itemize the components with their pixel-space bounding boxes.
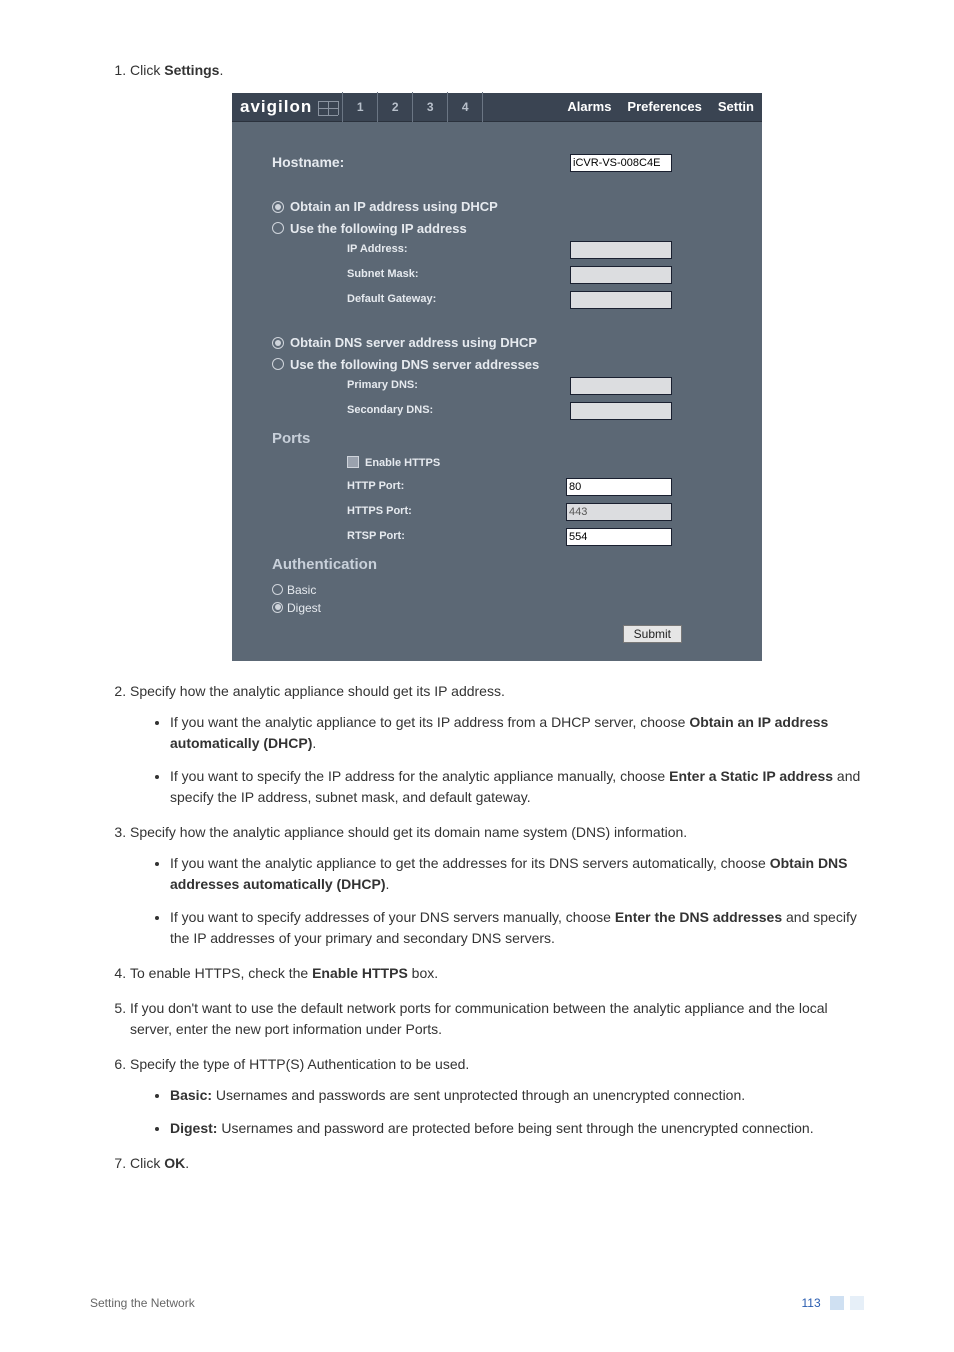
- dns-dhcp-option[interactable]: Obtain DNS server address using DHCP: [272, 333, 742, 353]
- secondary-dns-input[interactable]: [570, 402, 672, 420]
- nav-alarms[interactable]: Alarms: [559, 91, 619, 123]
- rtsp-port-label: RTSP Port:: [347, 528, 527, 545]
- radio-icon: [272, 358, 284, 370]
- https-port-input[interactable]: [566, 503, 672, 521]
- checkbox-icon: [347, 456, 359, 468]
- app-header: avigilon 1 2 3 4 Alarms Preferences Sett…: [232, 93, 762, 122]
- step-6-bullet-a: Basic: Usernames and passwords are sent …: [170, 1085, 864, 1106]
- step-1: Click Settings. avigilon 1 2 3 4 Alarms …: [130, 60, 864, 661]
- secondary-dns-label: Secondary DNS:: [347, 402, 527, 419]
- auth-digest-option[interactable]: Digest: [272, 599, 742, 617]
- page-number: 113: [802, 1296, 821, 1310]
- tab-3[interactable]: 3: [412, 92, 447, 122]
- subnet-mask-input[interactable]: [570, 266, 672, 284]
- ip-dhcp-option[interactable]: Obtain an IP address using DHCP: [272, 197, 742, 217]
- tab-4[interactable]: 4: [447, 92, 483, 122]
- submit-button[interactable]: Submit: [623, 625, 682, 643]
- footer-section: Setting the Network: [90, 1294, 195, 1312]
- step-2-bullet-a: If you want the analytic appliance to ge…: [170, 712, 864, 754]
- radio-icon: [272, 584, 283, 595]
- tab-2[interactable]: 2: [377, 92, 412, 122]
- radio-icon: [272, 222, 284, 234]
- auth-basic-option[interactable]: Basic: [272, 581, 742, 599]
- hostname-label: Hostname:: [272, 152, 344, 173]
- page-footer: Setting the Network 113: [90, 1294, 864, 1312]
- radio-icon: [272, 602, 283, 613]
- http-port-input[interactable]: [566, 478, 672, 496]
- step-5: If you don't want to use the default net…: [130, 998, 864, 1040]
- enable-https-row[interactable]: Enable HTTPS: [347, 455, 527, 472]
- app-content: Hostname: Obtain an IP address using DHC…: [232, 122, 762, 661]
- step-3-bullet-b: If you want to specify addresses of your…: [170, 907, 864, 949]
- step-6: Specify the type of HTTP(S) Authenticati…: [130, 1054, 864, 1139]
- nav-preferences[interactable]: Preferences: [619, 91, 709, 123]
- step-2-bullet-b: If you want to specify the IP address fo…: [170, 766, 864, 808]
- top-nav: Alarms Preferences Settin: [559, 91, 762, 123]
- step-7: Click OK.: [130, 1153, 864, 1174]
- dns-static-option[interactable]: Use the following DNS server addresses: [272, 355, 742, 375]
- subnet-mask-label: Subnet Mask:: [347, 266, 527, 283]
- auth-title: Authentication: [272, 554, 742, 577]
- nav-settings[interactable]: Settin: [710, 91, 762, 123]
- default-gateway-label: Default Gateway:: [347, 291, 527, 308]
- brand-logo: avigilon: [232, 94, 312, 120]
- http-port-label: HTTP Port:: [347, 478, 527, 495]
- decoration-icon: [830, 1296, 844, 1310]
- step-2: Specify how the analytic appliance shoul…: [130, 681, 864, 808]
- rtsp-port-input[interactable]: [566, 528, 672, 546]
- radio-icon: [272, 337, 284, 349]
- step-1-text: Click: [130, 62, 164, 78]
- step-3-bullet-a: If you want the analytic appliance to ge…: [170, 853, 864, 895]
- primary-dns-input[interactable]: [570, 377, 672, 395]
- step-1-bold: Settings: [164, 62, 219, 78]
- tab-1[interactable]: 1: [342, 92, 377, 122]
- step-4: To enable HTTPS, check the Enable HTTPS …: [130, 963, 864, 984]
- ip-address-input[interactable]: [570, 241, 672, 259]
- grid-icon: [318, 101, 338, 115]
- ip-static-option[interactable]: Use the following IP address: [272, 219, 742, 239]
- step-3: Specify how the analytic appliance shoul…: [130, 822, 864, 949]
- step-6-bullet-b: Digest: Usernames and password are prote…: [170, 1118, 864, 1139]
- decoration-icon: [850, 1296, 864, 1310]
- primary-dns-label: Primary DNS:: [347, 377, 527, 394]
- settings-screenshot: avigilon 1 2 3 4 Alarms Preferences Sett…: [232, 93, 762, 661]
- radio-icon: [272, 201, 284, 213]
- https-port-label: HTTPS Port:: [347, 503, 527, 520]
- default-gateway-input[interactable]: [570, 291, 672, 309]
- channel-tabs: 1 2 3 4: [342, 92, 483, 122]
- ip-address-label: IP Address:: [347, 241, 527, 258]
- ports-title: Ports: [272, 428, 742, 451]
- hostname-input[interactable]: [570, 154, 672, 172]
